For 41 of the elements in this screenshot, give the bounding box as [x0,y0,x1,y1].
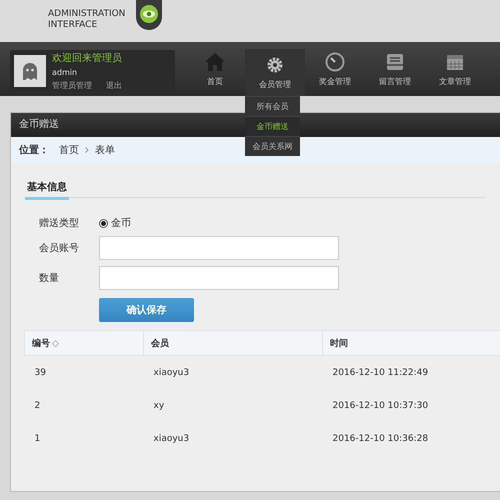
field-label: 赠送类型 [39,216,80,230]
sort-icon[interactable]: ◇ [52,338,59,348]
breadcrumb-item[interactable]: 首页 [59,143,79,157]
table-cell: 2016-12-10 11:22:49 [322,356,500,389]
gear-icon [265,55,285,75]
account-field[interactable] [99,236,339,260]
field-label: 会员账号 [39,242,80,255]
table-cell: 39 [24,356,144,389]
column-header[interactable]: 会员 [144,330,322,356]
app-title: ADMINISTRATION INTERFACE [48,9,126,31]
amount-field[interactable] [99,266,339,290]
home-icon [204,52,226,72]
section-tab[interactable]: 基本信息 [25,176,69,200]
table-cell: xiaoyu3 [144,356,322,389]
menu-item[interactable]: 金币赠送 [245,116,300,136]
chevron-icon [85,146,89,152]
radio-button[interactable] [99,218,108,228]
nav-item[interactable]: 首页 [185,42,245,96]
table-cell-text: 2016-12-10 10:37:30 [332,400,430,412]
nav-item[interactable]: 奖金管理 [305,42,365,96]
field-label: 数量 [39,272,60,285]
column-header[interactable]: 编号 [32,338,50,348]
table-cell-text: xiaoyu3 [152,432,190,446]
avatar-icon [14,55,46,87]
welcome-text: 欢迎回来管理员 [52,52,122,65]
inbox-icon [385,52,405,72]
breadcrumb-label: 位置： [19,144,49,157]
user-link[interactable]: 退出 [106,80,122,91]
radio-label: 金币 [111,216,131,230]
user-name: admin [52,68,78,77]
nav-item[interactable]: 留言管理 [365,42,425,96]
gauge-icon [325,52,345,72]
user-link[interactable]: 管理员管理 [52,80,92,91]
table-cell-text: 1 [34,432,42,446]
eye-logo-icon [136,0,162,30]
breadcrumb-item: 表单 [95,144,115,157]
nav-item[interactable]: 文章管理 [425,42,485,96]
column-header[interactable]: 时间 [322,330,500,356]
table-cell-text: 2 [34,400,42,412]
table-cell-text: 2016-12-10 10:36:28 [332,432,430,446]
table-cell-text: xy [152,400,166,412]
